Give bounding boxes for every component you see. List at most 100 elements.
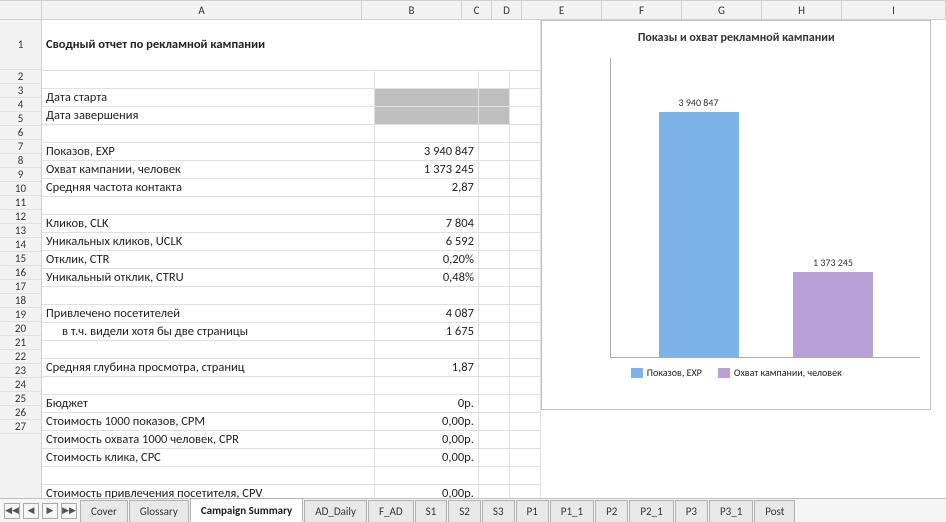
cell-6d <box>510 142 541 160</box>
tab-p2[interactable]: P2 <box>595 500 628 522</box>
tab-s3[interactable]: S3 <box>482 500 515 522</box>
legend-item-2: Охват кампании, человек <box>718 366 842 379</box>
chart-cell: Показы и охват рекламной кампании 4 500 … <box>541 20 946 498</box>
cell-19b <box>375 376 479 394</box>
cell-22d <box>510 430 541 448</box>
cell-18c <box>478 358 509 376</box>
bar-group-2: 1 373 245 <box>766 256 901 357</box>
tab-glossary[interactable]: Glossary <box>129 500 189 522</box>
bar-group-1: 3 940 847 <box>631 96 766 357</box>
tab-p1[interactable]: P1 <box>516 500 549 522</box>
cell-12a: Отклик, CTR <box>42 250 375 268</box>
tab-ad_daily[interactable]: AD_Daily <box>304 500 367 522</box>
cell-6a: Показов, EXP <box>42 142 375 160</box>
tab-p1_1[interactable]: P1_1 <box>550 500 594 522</box>
cell-24a <box>42 466 375 484</box>
cell-11c <box>478 232 509 250</box>
cell-24c <box>478 466 509 484</box>
row-num-1: 1 <box>0 20 41 70</box>
chart-legend: Показов, EXP Охват кампании, человек <box>552 366 920 379</box>
cell-14c <box>478 286 509 304</box>
row-num-7: 7 <box>0 140 41 154</box>
row-num-14: 14 <box>0 238 41 252</box>
cell-16c <box>478 322 509 340</box>
cell-11a: Уникальных кликов, UCLK <box>42 232 375 250</box>
cell-5d <box>510 124 541 142</box>
row-num-22: 22 <box>0 350 41 364</box>
tab-cover[interactable]: Cover <box>80 500 128 522</box>
legend-item-1: Показов, EXP <box>631 366 702 379</box>
tab-s1[interactable]: S1 <box>415 500 448 522</box>
cell-3d <box>510 88 541 106</box>
tab-nav-prev[interactable]: ◀ <box>23 503 39 519</box>
cell-16a: в т.ч. видели хотя бы две страницы <box>42 322 375 340</box>
cell-12d <box>510 250 541 268</box>
tab-p2_1[interactable]: P2_1 <box>629 500 673 522</box>
row-num-9: 9 <box>0 168 41 182</box>
cell-8b: 2,87 <box>375 178 479 196</box>
tab-nav-last[interactable]: ▶▶ <box>61 503 77 519</box>
cell-2d <box>510 70 541 88</box>
tab-post[interactable]: Post <box>754 500 795 522</box>
cell-9c <box>478 196 509 214</box>
col-header-f: F <box>602 1 682 19</box>
cell-9d <box>510 196 541 214</box>
row-num-11: 11 <box>0 196 41 210</box>
cell-23c <box>478 448 509 466</box>
col-header-d: D <box>492 1 522 19</box>
cell-9a <box>42 196 375 214</box>
tab-s2[interactable]: S2 <box>448 500 481 522</box>
cell-25d <box>510 484 541 498</box>
cell-7c <box>478 160 509 178</box>
cell-19d <box>510 376 541 394</box>
cell-8c <box>478 178 509 196</box>
title-cell: Сводный отчет по рекламной кампании <box>42 20 541 70</box>
cell-21b: 0,00р. <box>375 412 479 430</box>
cell-8a: Средняя частота контакта <box>42 178 375 196</box>
row-num-2: 2 <box>0 70 41 84</box>
tab-bar: ◀◀ ◀ ▶ ▶▶ CoverGlossaryCampaign SummaryA… <box>0 498 946 522</box>
cell-21d <box>510 412 541 430</box>
cell-3c <box>478 88 509 106</box>
legend-label-1: Показов, EXP <box>647 366 702 379</box>
cell-18d <box>510 358 541 376</box>
cell-16d <box>510 322 541 340</box>
cell-2b <box>375 70 479 88</box>
cell-15c <box>478 304 509 322</box>
tab-nav-next[interactable]: ▶ <box>42 503 58 519</box>
cell-13c <box>478 268 509 286</box>
row-num-8: 8 <box>0 154 41 168</box>
cell-10a: Кликов, CLK <box>42 214 375 232</box>
tab-nav-first[interactable]: ◀◀ <box>4 503 20 519</box>
cell-6b: 3 940 847 <box>375 142 479 160</box>
tab-f_ad[interactable]: F_AD <box>368 500 414 522</box>
cell-19a <box>42 376 375 394</box>
cell-9b <box>375 196 479 214</box>
row-num-25: 25 <box>0 392 41 406</box>
cell-4d <box>510 106 541 124</box>
cell-3a: Дата старта <box>42 88 375 106</box>
row-num-27: 27 <box>0 420 41 434</box>
cell-4b <box>375 106 479 124</box>
cell-20c <box>478 394 509 412</box>
cell-14d <box>510 286 541 304</box>
cell-13a: Уникальный отклик, CTRU <box>42 268 375 286</box>
tab-campaign-summary[interactable]: Campaign Summary <box>190 498 303 522</box>
tab-p3_1[interactable]: P3_1 <box>709 500 753 522</box>
bar-2 <box>793 272 873 357</box>
row-num-23: 23 <box>0 364 41 378</box>
cell-22c <box>478 430 509 448</box>
cell-15b: 4 087 <box>375 304 479 322</box>
data-table: Сводный отчет по рекламной кампании Пока… <box>42 20 946 498</box>
tab-p3[interactable]: P3 <box>675 500 708 522</box>
spreadsheet: A B C D E F G H I 1 2 3 4 5 6 7 8 9 10 1… <box>0 0 946 522</box>
bar-1 <box>659 112 739 357</box>
bar-label-2: 1 373 245 <box>813 256 853 269</box>
row-num-16: 16 <box>0 266 41 280</box>
cell-4c <box>478 106 509 124</box>
chart-bars: 3 940 847 1 373 245 <box>610 58 920 358</box>
cell-10b: 7 804 <box>375 214 479 232</box>
cell-17a <box>42 340 375 358</box>
cell-23a: Стоимость клика, CPC <box>42 448 375 466</box>
cell-11d <box>510 232 541 250</box>
